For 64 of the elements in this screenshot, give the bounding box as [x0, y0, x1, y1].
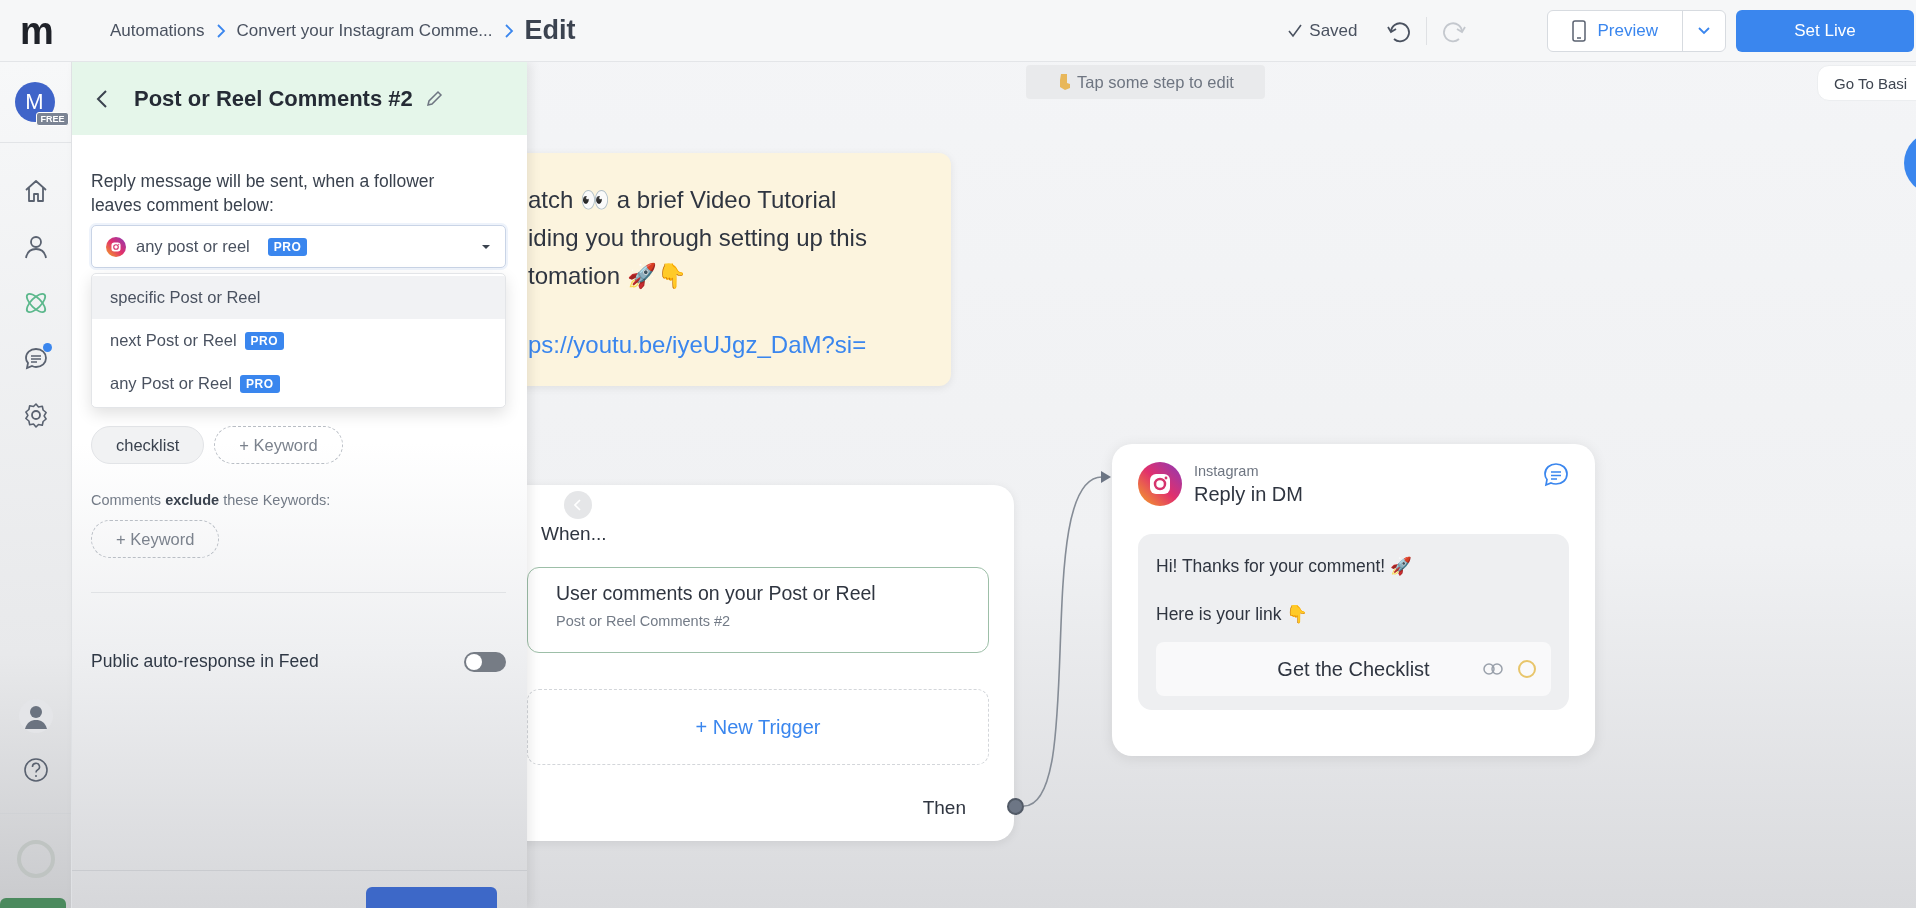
nav-button[interactable]	[22, 346, 49, 372]
chat-icon	[22, 346, 49, 372]
set-live-button[interactable]: Set Live	[1736, 9, 1914, 52]
then-label: Then	[922, 797, 966, 819]
hint-text: Tap some step to edit	[1077, 72, 1234, 92]
ring-icon	[1517, 659, 1537, 679]
option-label: any Post or Reel	[110, 374, 232, 393]
caret-down-icon	[481, 243, 491, 250]
chevron-left-icon	[96, 88, 108, 109]
trigger-heading: When...	[541, 523, 608, 545]
breadcrumb-link[interactable]: Automations	[110, 20, 205, 41]
trigger-title: User comments on your Post or Reel	[556, 582, 877, 605]
instagram-icon	[106, 236, 126, 257]
person-icon	[22, 234, 49, 260]
breadcrumb-link[interactable]: Convert your Instagram Comme...	[236, 20, 493, 41]
chevron-right-icon	[502, 22, 515, 39]
option-label: specific Post or Reel	[110, 288, 261, 307]
exclude-label: Comments exclude these Keywords:	[91, 492, 332, 508]
keyword-chip[interactable]: checklist	[91, 426, 205, 464]
page-title: Edit	[524, 15, 576, 46]
chevron-right-icon	[214, 22, 227, 39]
public-response-switch[interactable]	[464, 651, 506, 672]
help-icon	[22, 757, 49, 783]
settings-icon	[22, 402, 49, 428]
status-bar	[0, 898, 66, 908]
pro-badge: PRO	[267, 237, 308, 256]
help-button[interactable]	[22, 757, 49, 783]
node-channel: Instagram	[1194, 462, 1260, 479]
chevron-left-icon	[574, 499, 582, 511]
chat-icon	[1543, 462, 1569, 488]
pencil-icon	[424, 89, 443, 108]
phone-icon	[1571, 19, 1586, 42]
trigger-item[interactable]: User comments on your Post or Reel Post or Reel Comments #2	[527, 567, 989, 653]
plan-badge: FREE	[36, 112, 69, 126]
logo[interactable]: m	[0, 11, 72, 50]
note-text: atch 👀 a brief Video Tutorial iding you through setting up this tomation 🚀👇	[528, 185, 868, 291]
pro-badge: PRO	[244, 331, 285, 350]
node-title: Reply in DM	[1194, 482, 1304, 506]
back-button[interactable]	[96, 88, 108, 109]
panel-title: Post or Reel Comments #2	[134, 85, 413, 112]
trigger-subtitle: Post or Reel Comments #2	[556, 613, 732, 629]
output-port[interactable]	[1007, 798, 1024, 815]
menu-option[interactable]: specific Post or Reel	[92, 276, 505, 319]
link-icon	[1483, 662, 1503, 676]
notification-dot	[42, 343, 52, 352]
saved-status: Saved	[1309, 20, 1358, 41]
link-button[interactable]: Get the Checklist	[1156, 642, 1551, 696]
select-value: any post or reel	[136, 237, 250, 256]
chevron-down-icon	[1697, 25, 1711, 36]
rename-button[interactable]	[424, 89, 443, 108]
intro-text: Reply message will be sent, when a follower leaves comment below:	[91, 170, 436, 217]
message-text: Hi! Thanks for your comment! 🚀 Here is your link 👇	[1156, 555, 1414, 626]
option-label: next Post or Reel	[110, 331, 237, 350]
nav-button[interactable]	[22, 234, 49, 260]
pro-badge: PRO	[240, 374, 280, 393]
instagram-icon	[1138, 462, 1182, 506]
reply-node[interactable]: Instagram Reply in DM Hi! Thanks for your comment! 🚀 Here is your link 👇 Get the Checklist	[1112, 444, 1595, 756]
menu-option[interactable]: next Post or Reel PRO	[92, 319, 505, 362]
check-icon	[1287, 22, 1304, 39]
toggle-label: Public auto-response in Feed	[91, 651, 319, 672]
basic-mode-button[interactable]: Go To Basi	[1817, 65, 1916, 101]
new-trigger-button[interactable]: + New Trigger	[527, 689, 989, 765]
nav-button[interactable]	[22, 402, 49, 428]
menu-option[interactable]: any Post or Reel PRO	[92, 362, 505, 405]
